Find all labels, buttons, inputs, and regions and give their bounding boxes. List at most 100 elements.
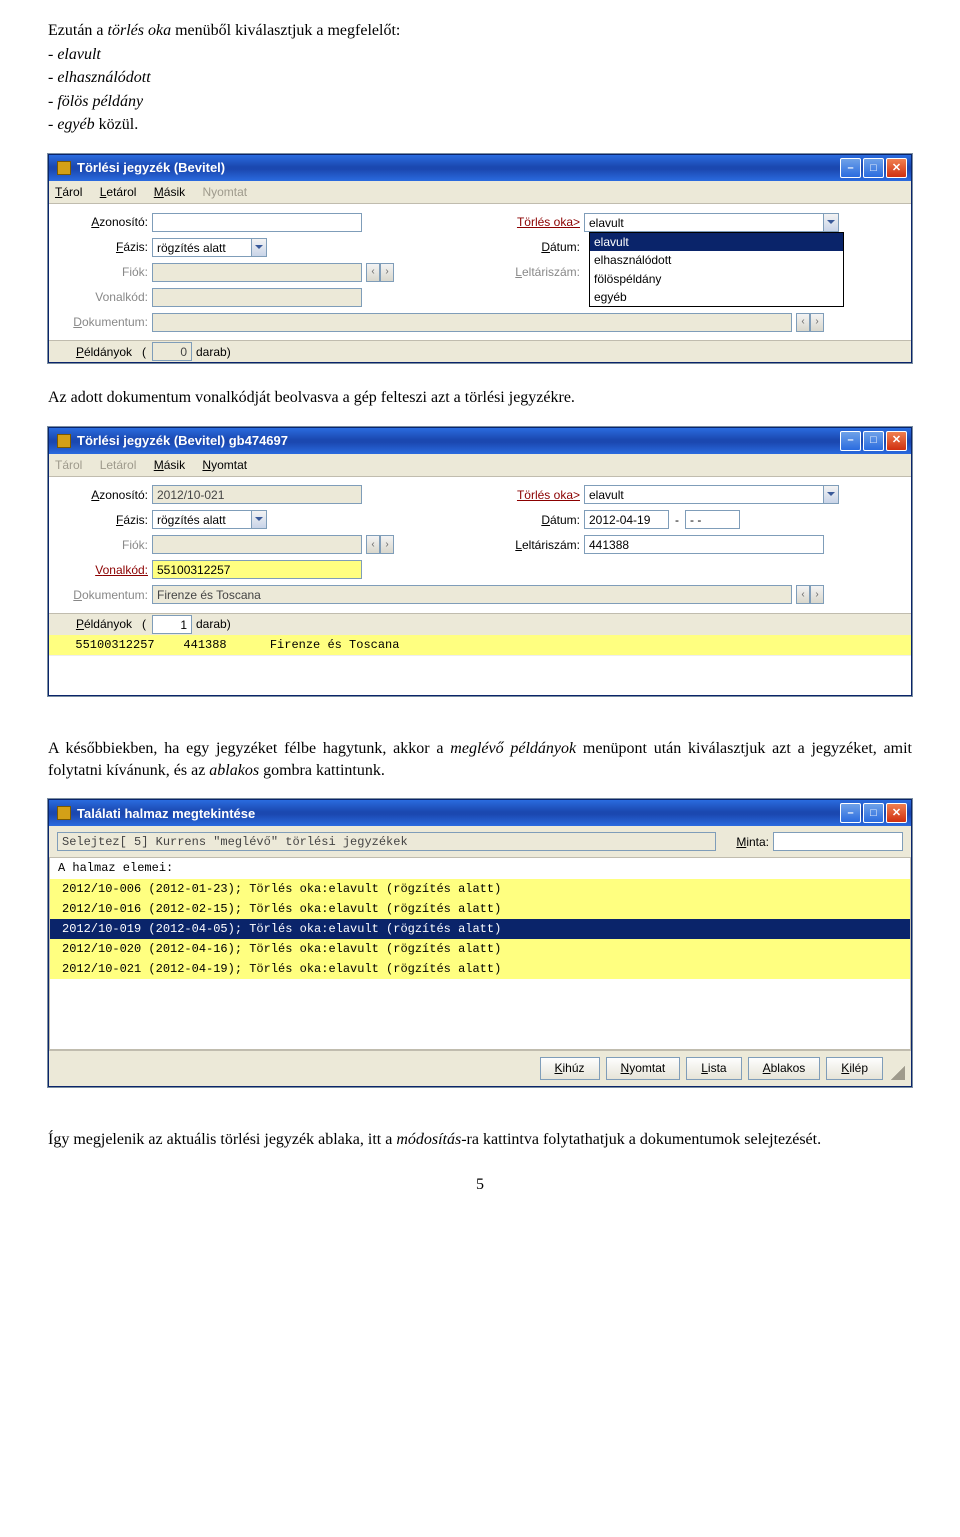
kilep-button[interactable]: Kilép — [826, 1057, 883, 1079]
nav-prev-icon[interactable]: ‹ — [796, 585, 810, 604]
nav-next-icon[interactable]: › — [810, 585, 824, 604]
dokumentum-field: Firenze és Toscana — [152, 585, 792, 604]
dropdown-option[interactable]: egyéb — [590, 288, 843, 306]
result-list: A halmaz elemei: 2012/10-006 (2012-01-23… — [49, 857, 911, 1050]
nav-prev[interactable]: ‹ — [366, 263, 380, 282]
nav-next-icon[interactable]: › — [380, 535, 394, 554]
minimize-button[interactable]: – — [840, 431, 861, 451]
form-body: Azonosító: 2012/10-021 Fázis: rögzítés a… — [49, 477, 911, 613]
app-icon — [57, 434, 71, 448]
lparen: ( — [142, 616, 146, 632]
nav-prev-icon[interactable]: ‹ — [366, 535, 380, 554]
datum-field-2[interactable]: - - — [685, 510, 740, 529]
lbl-datum: Dátum: — [489, 239, 584, 255]
vonalkod-field[interactable]: 55100312257 — [152, 560, 362, 579]
pcount-field: 0 — [152, 342, 192, 361]
minimize-button[interactable]: – — [840, 803, 861, 823]
titlebar[interactable]: Törlési jegyzék (Bevitel) – □ ✕ — [49, 155, 911, 181]
selejtez-line: Selejtez[ 5] Kurrens "meglévő" törlési j… — [57, 832, 716, 851]
form-body: Azonosító: Fázis: rögzítés alatt Fiók: ‹… — [49, 204, 911, 340]
lbl-torlesoka[interactable]: Törlés oka> — [489, 214, 584, 230]
lbl-datum: Dátum: — [489, 512, 584, 528]
lbl-fazis: Fázis: — [57, 239, 152, 255]
maximize-button[interactable]: □ — [863, 158, 884, 178]
torlesoka-combo[interactable]: elavult — [584, 213, 824, 232]
sep: - — [675, 512, 679, 528]
doc-p4: Így megjelenik az aktuális törlési jegyz… — [48, 1129, 912, 1151]
window-title: Találati halmaz megtekintése — [77, 805, 255, 823]
menu-tarol[interactable]: Tárol — [55, 185, 82, 199]
torlesoka-dropdown[interactable]: elavult elhasználódott fölöspéldány egyé… — [589, 232, 844, 307]
window-title: Törlési jegyzék (Bevitel) — [77, 159, 225, 177]
fazis-combo[interactable]: rögzítés alatt — [152, 510, 252, 529]
azon-field[interactable] — [152, 213, 362, 232]
nav-next[interactable]: › — [380, 263, 394, 282]
bullet-3: - fölös példány — [48, 91, 912, 113]
leltari-field[interactable]: 441388 — [584, 535, 824, 554]
lbl-minta: Minta: — [736, 834, 769, 850]
chevron-down-icon[interactable] — [252, 238, 267, 257]
lbl-dokumentum: Dokumentum: — [57, 314, 152, 330]
list-row[interactable]: 55100312257 441388 Firenze és Toscana — [49, 635, 911, 655]
torlesoka-combo[interactable]: elavult — [584, 485, 824, 504]
list-item[interactable]: 2012/10-016 (2012-02-15); Törlés oka:ela… — [50, 899, 910, 919]
doc-intro: Ezután a törlés oka menüből kiválasztjuk… — [48, 20, 912, 42]
maximize-button[interactable]: □ — [863, 431, 884, 451]
lbl-dokumentum: Dokumentum: — [57, 587, 152, 603]
dropdown-option[interactable]: fölöspéldány — [590, 270, 843, 288]
list-header: A halmaz elemei: — [50, 858, 910, 878]
peldanyok-bar: Példányok ( 0 darab) — [49, 340, 911, 362]
menu-masik[interactable]: Másik — [154, 458, 185, 472]
menu-nyomtat: Nyomtat — [202, 185, 247, 199]
chevron-down-icon[interactable] — [824, 485, 839, 504]
pcount-field[interactable]: 1 — [152, 615, 192, 634]
darab: darab) — [196, 344, 231, 360]
lbl-fiok: Fiók: — [57, 264, 152, 280]
window-title: Törlési jegyzék (Bevitel) gb474697 — [77, 432, 288, 450]
darab: darab) — [196, 616, 231, 632]
vonalkod-field — [152, 288, 362, 307]
lbl-vonalkod[interactable]: Vonalkód: — [57, 562, 152, 578]
lista-button[interactable]: Lista — [686, 1057, 741, 1079]
ablakos-button[interactable]: Ablakos — [748, 1057, 821, 1079]
page-number: 5 — [48, 1174, 912, 1196]
lbl-torlesoka[interactable]: Törlés oka> — [489, 487, 584, 503]
nav-next-icon[interactable]: › — [810, 313, 824, 332]
menu-masik[interactable]: Másik — [154, 185, 185, 199]
resize-grip-icon[interactable] — [891, 1066, 905, 1080]
nyomtat-button[interactable]: Nyomtat — [606, 1057, 681, 1079]
nav-prev-icon[interactable]: ‹ — [796, 313, 810, 332]
menu-tarol: Tárol — [55, 458, 82, 472]
maximize-button[interactable]: □ — [863, 803, 884, 823]
list-item-selected[interactable]: 2012/10-019 (2012-04-05); Törlés oka:ela… — [50, 919, 910, 939]
bullet-1: - elavult — [48, 44, 912, 66]
dokumentum-field — [152, 313, 792, 332]
menu-nyomtat[interactable]: Nyomtat — [202, 458, 247, 472]
datum-field-1[interactable]: 2012-04-19 — [584, 510, 669, 529]
dropdown-option[interactable]: elhasználódott — [590, 251, 843, 269]
titlebar[interactable]: Törlési jegyzék (Bevitel) gb474697 – □ ✕ — [49, 428, 911, 454]
titlebar[interactable]: Találati halmaz megtekintése – □ ✕ — [49, 800, 911, 826]
menubar: Tárol Letárol Másik Nyomtat — [49, 181, 911, 204]
fazis-combo[interactable]: rögzítés alatt — [152, 238, 252, 257]
app-icon — [57, 806, 71, 820]
chevron-down-icon[interactable] — [824, 213, 839, 232]
menu-letarol[interactable]: Letárol — [100, 185, 137, 199]
minta-field[interactable] — [773, 832, 903, 851]
close-button[interactable]: ✕ — [886, 803, 907, 823]
minimize-button[interactable]: – — [840, 158, 861, 178]
list-item[interactable]: 2012/10-021 (2012-04-19); Törlés oka:ela… — [50, 959, 910, 979]
list-item[interactable]: 2012/10-006 (2012-01-23); Törlés oka:ela… — [50, 879, 910, 899]
window-bevitel-2: Törlési jegyzék (Bevitel) gb474697 – □ ✕… — [48, 427, 912, 696]
close-button[interactable]: ✕ — [886, 158, 907, 178]
list-item[interactable]: 2012/10-020 (2012-04-16); Törlés oka:ela… — [50, 939, 910, 959]
window-talalati: Találati halmaz megtekintése – □ ✕ Selej… — [48, 799, 912, 1086]
kihuz-button[interactable]: Kihúz — [540, 1057, 600, 1079]
window-bevitel-1: Törlési jegyzék (Bevitel) – □ ✕ Tárol Le… — [48, 154, 912, 363]
dropdown-option[interactable]: elavult — [590, 233, 843, 251]
lbl-fazis: Fázis: — [57, 512, 152, 528]
chevron-down-icon[interactable] — [252, 510, 267, 529]
lbl-leltari: Leltáriszám: — [489, 537, 584, 553]
close-button[interactable]: ✕ — [886, 431, 907, 451]
lbl-azon: Azonosító: — [57, 487, 152, 503]
